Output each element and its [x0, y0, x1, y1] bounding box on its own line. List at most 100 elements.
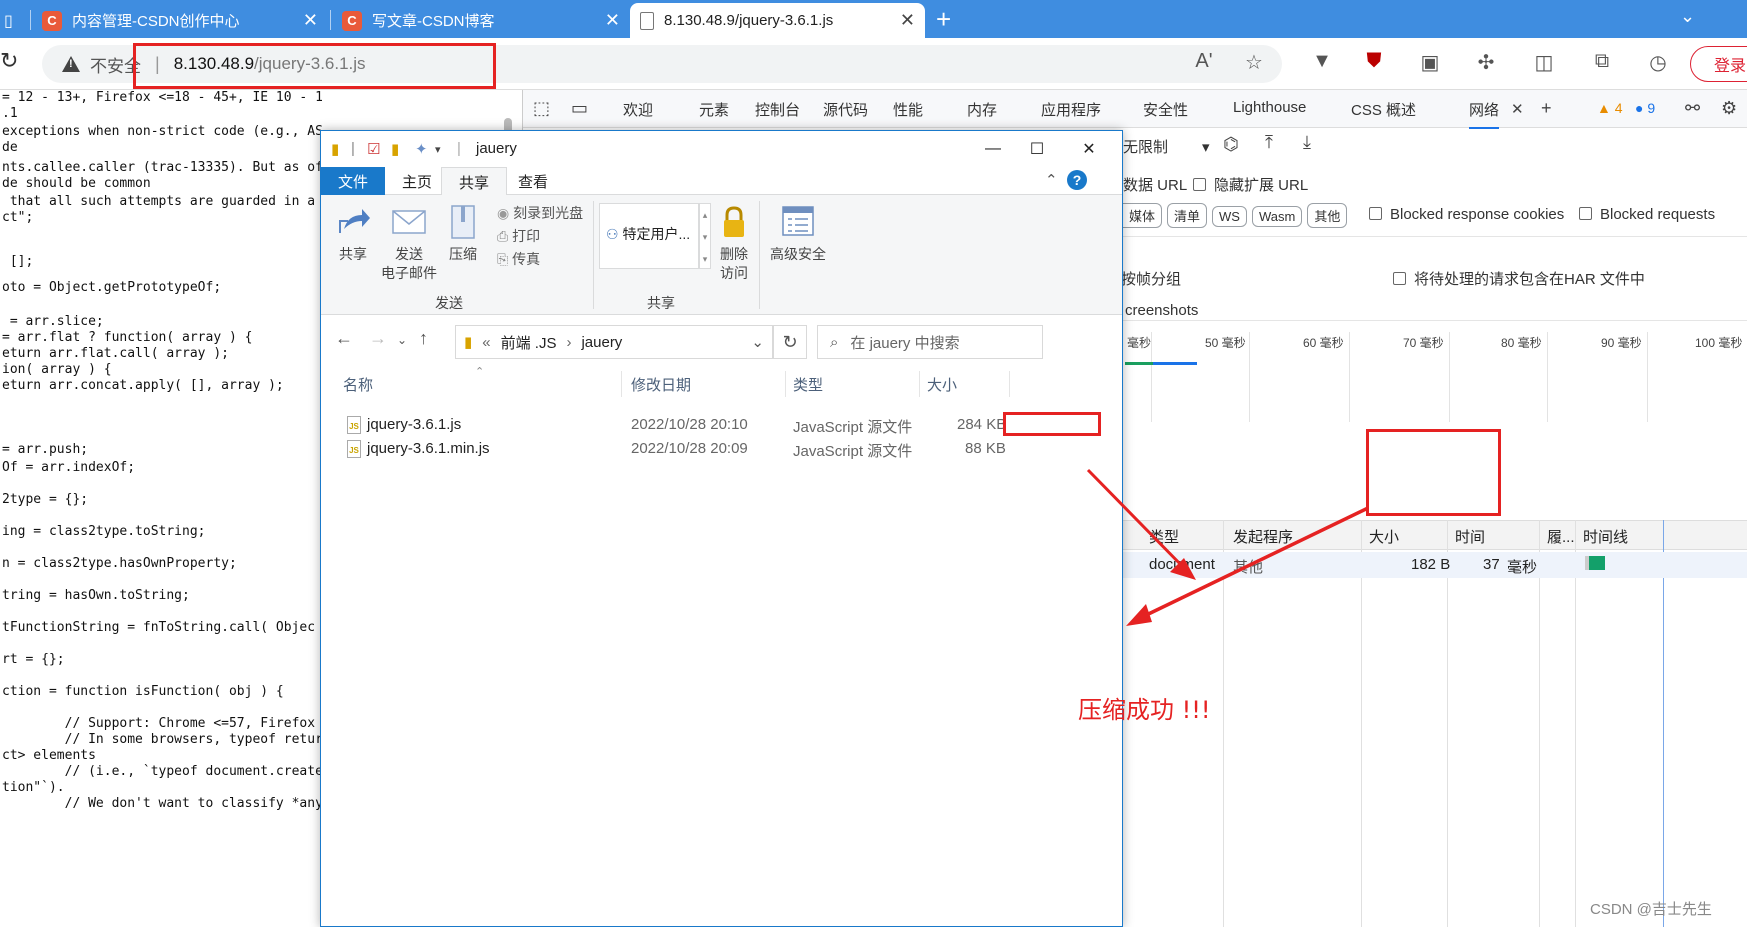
forward-arrow-icon[interactable]: → — [369, 328, 387, 349]
upload-icon[interactable]: ⤒ — [1265, 132, 1273, 153]
burn-disc-button[interactable]: ◉ 刻录到光盘 — [497, 203, 583, 223]
chevron-right-icon[interactable]: › — [566, 334, 571, 351]
data-url-filter[interactable]: 数据 URL — [1123, 174, 1187, 195]
tab-console[interactable]: 控制台 — [755, 99, 800, 120]
maximize-button[interactable]: ☐ — [1015, 135, 1059, 163]
chevron-down-icon[interactable]: ▾ — [435, 143, 441, 156]
device-toolbar-icon[interactable]: ▭ — [571, 98, 588, 119]
tab-write-article[interactable]: C 写文章-CSDN博客 ✕ — [332, 3, 630, 38]
tab-security[interactable]: 安全性 — [1143, 99, 1188, 120]
remove-access-button[interactable]: 删除 访问 — [711, 203, 757, 283]
customize-icon[interactable]: ⚯ — [1685, 98, 1700, 119]
close-icon[interactable]: ✕ — [605, 10, 620, 31]
file-name[interactable]: jquery-3.6.1.js — [367, 416, 461, 433]
pin-icon[interactable]: ✦ — [415, 140, 428, 158]
path-segment-frontend[interactable]: 前端 .JS — [501, 332, 557, 353]
new-folder-icon[interactable]: ▮ — [391, 140, 399, 158]
fax-button[interactable]: ⎘ 传真 — [497, 249, 540, 269]
collections-icon[interactable]: ⧉ — [1588, 50, 1616, 73]
tab-partial[interactable]: ▯ — [0, 3, 30, 38]
read-aloud-icon[interactable]: A' — [1190, 50, 1218, 73]
close-icon[interactable]: ✕ — [303, 10, 318, 31]
download-icon[interactable]: ⤓ — [1303, 132, 1311, 153]
list-item[interactable]: JS jquery-3.6.1.min.js 2022/10/28 20:09 … — [321, 437, 1122, 461]
col-type[interactable]: 类型 — [1149, 526, 1179, 547]
tab-network[interactable]: 网络 — [1469, 99, 1500, 129]
tab-welcome[interactable]: 欢迎 — [623, 99, 653, 120]
ublock-icon[interactable]: ⛊ — [1360, 50, 1388, 73]
col-size[interactable]: 大小 — [1369, 526, 1399, 547]
user-select[interactable]: ⚇ 特定用户... — [606, 224, 690, 244]
puzzle-icon[interactable]: ✣ — [1472, 50, 1500, 75]
chevron-up-icon[interactable]: ⌃ — [1045, 171, 1058, 189]
path-segment-jauery[interactable]: jauery — [581, 334, 622, 351]
screenshots-option[interactable]: creenshots — [1125, 302, 1198, 319]
close-button[interactable]: ✕ — [1067, 135, 1111, 163]
tab-lighthouse[interactable]: Lighthouse — [1233, 99, 1306, 116]
more-tabs-icon[interactable]: + — [1541, 98, 1552, 119]
extension-icon[interactable]: ▣ — [1416, 50, 1444, 75]
hide-extension-urls[interactable]: 隐藏扩展 URL — [1193, 174, 1308, 195]
column-divider[interactable] — [919, 371, 920, 397]
refresh-button[interactable]: ↻ — [773, 325, 807, 359]
properties-icon[interactable]: ☑ — [367, 140, 380, 158]
url-path[interactable]: /jquery-3.6.1.js — [254, 54, 366, 74]
minimize-button[interactable]: — — [971, 135, 1015, 163]
column-divider[interactable] — [1009, 371, 1010, 397]
filter-wasm[interactable]: Wasm — [1251, 206, 1303, 227]
inspect-icon[interactable]: ⬚ — [533, 98, 550, 119]
advanced-security-button[interactable]: 高级安全 — [763, 203, 833, 264]
tab-home[interactable]: 主页 — [385, 167, 449, 195]
help-icon[interactable]: ? — [1067, 170, 1087, 190]
gear-icon[interactable]: ⚙ — [1721, 98, 1737, 119]
print-button[interactable]: ⎙ 打印 — [497, 226, 540, 246]
share-with-list[interactable]: ⚇ 特定用户... — [599, 203, 699, 269]
tab-share[interactable]: 共享 — [441, 167, 508, 196]
blocked-cookies-filter[interactable]: Blocked response cookies — [1369, 206, 1564, 223]
file-name[interactable]: jquery-3.6.1.min.js — [367, 440, 490, 457]
tab-css-overview[interactable]: CSS 概述 — [1351, 99, 1416, 120]
list-item[interactable]: JS jquery-3.6.1.js 2022/10/28 20:10 Java… — [321, 413, 1122, 437]
col-name[interactable]: 名称 — [343, 374, 373, 395]
path-prefix[interactable]: « — [482, 334, 490, 351]
tab-performance[interactable]: 性能 — [893, 99, 923, 120]
col-modified[interactable]: 修改日期 — [631, 374, 691, 395]
up-arrow-icon[interactable]: ↑ — [419, 328, 428, 349]
split-screen-icon[interactable]: ◫ — [1530, 50, 1558, 75]
checkbox[interactable] — [1369, 207, 1382, 220]
favorite-star-icon[interactable]: ☆ — [1240, 50, 1268, 75]
email-button[interactable]: 发送 电子邮件 — [377, 203, 441, 283]
tab-jquery-file[interactable]: 8.130.48.9/jquery-3.6.1.js ✕ — [630, 3, 925, 38]
filter-other[interactable]: 其他 — [1307, 203, 1348, 228]
checkbox[interactable] — [1579, 207, 1592, 220]
close-icon[interactable]: ✕ — [1511, 100, 1524, 118]
col-size[interactable]: 大小 — [927, 374, 957, 395]
tab-file[interactable]: 文件 — [321, 167, 386, 195]
chevron-down-icon[interactable]: ⌄ — [1680, 6, 1695, 27]
warning-icon[interactable]: ▲ 4 — [1597, 100, 1623, 116]
tab-application[interactable]: 应用程序 — [1041, 99, 1101, 120]
tab-content-management[interactable]: C 内容管理-CSDN创作中心 ✕ — [32, 3, 328, 38]
warning-icon[interactable] — [62, 56, 80, 72]
address-bar[interactable]: 不安全 | 8.130.48.9/jquery-3.6.1.js — [42, 45, 1282, 83]
tab-memory[interactable]: 内存 — [967, 99, 997, 120]
insecure-label[interactable]: 不安全 — [90, 52, 141, 77]
checkbox[interactable] — [1193, 178, 1206, 191]
filter-ws[interactable]: WS — [1212, 206, 1247, 227]
chevron-down-icon[interactable]: ⌄ — [751, 333, 764, 351]
include-har-option[interactable]: 将待处理的请求包含在HAR 文件中 — [1393, 268, 1645, 289]
tab-view[interactable]: 查看 — [501, 167, 565, 195]
tab-elements[interactable]: 元素 — [699, 99, 729, 120]
extension-v-icon[interactable]: ▼ — [1308, 50, 1336, 73]
login-button[interactable]: 登录 — [1690, 46, 1747, 82]
filter-manifest[interactable]: 清单 — [1167, 203, 1208, 228]
col-time[interactable]: 时间 — [1455, 526, 1485, 547]
col-fulfilled[interactable]: 履... — [1547, 526, 1575, 547]
filter-media[interactable]: 媒体 — [1123, 203, 1163, 228]
message-icon[interactable]: ● 9 — [1635, 100, 1655, 116]
chevron-down-icon[interactable]: ⌄ — [397, 333, 407, 347]
close-icon[interactable]: ✕ — [900, 10, 915, 31]
search-input[interactable]: ⌕ 在 jauery 中搜索 — [817, 325, 1043, 359]
new-tab-button[interactable]: + — [936, 4, 951, 35]
reload-icon[interactable]: ↻ — [0, 48, 18, 74]
